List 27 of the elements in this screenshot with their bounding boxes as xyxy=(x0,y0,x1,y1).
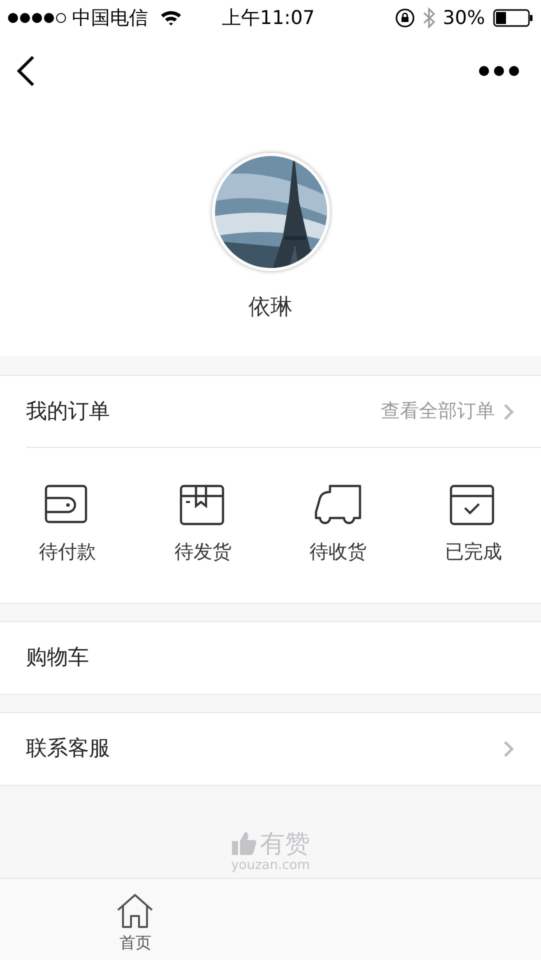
menu-label: 联系客服 xyxy=(26,735,110,762)
signal-icon xyxy=(8,13,66,23)
back-button[interactable] xyxy=(16,55,36,87)
battery-icon xyxy=(493,9,533,27)
menu-label: 购物车 xyxy=(26,644,89,672)
section-title: 我的订单 xyxy=(26,398,110,425)
order-status-button[interactable]: 已完成 xyxy=(406,484,541,567)
rotation-lock-icon xyxy=(394,8,415,28)
carrier-name: 中国电信 xyxy=(72,6,148,31)
chevron-icon xyxy=(503,740,515,758)
order-status-button[interactable]: 待付款 xyxy=(0,484,136,567)
order-status-button[interactable]: 待发货 xyxy=(135,484,270,567)
more-button[interactable] xyxy=(479,66,519,76)
wifi-icon xyxy=(160,10,182,26)
order-status-button[interactable]: 待收货 xyxy=(270,484,406,567)
bluetooth-icon xyxy=(422,7,435,29)
tab-bar-item[interactable]: 首页 xyxy=(0,879,270,960)
home-icon xyxy=(116,892,154,928)
user-name: 依琳 xyxy=(248,294,292,322)
truck-icon xyxy=(314,484,362,526)
menu-row[interactable]: 购物车 xyxy=(0,621,541,695)
menu-row[interactable]: 联系客服 xyxy=(0,712,541,786)
package-icon xyxy=(178,484,227,526)
battery-percent: 30% xyxy=(442,6,485,31)
chevron-icon xyxy=(503,402,515,420)
thumbs-up-icon xyxy=(231,830,257,856)
clock-time: 上午11:07 xyxy=(222,6,315,31)
